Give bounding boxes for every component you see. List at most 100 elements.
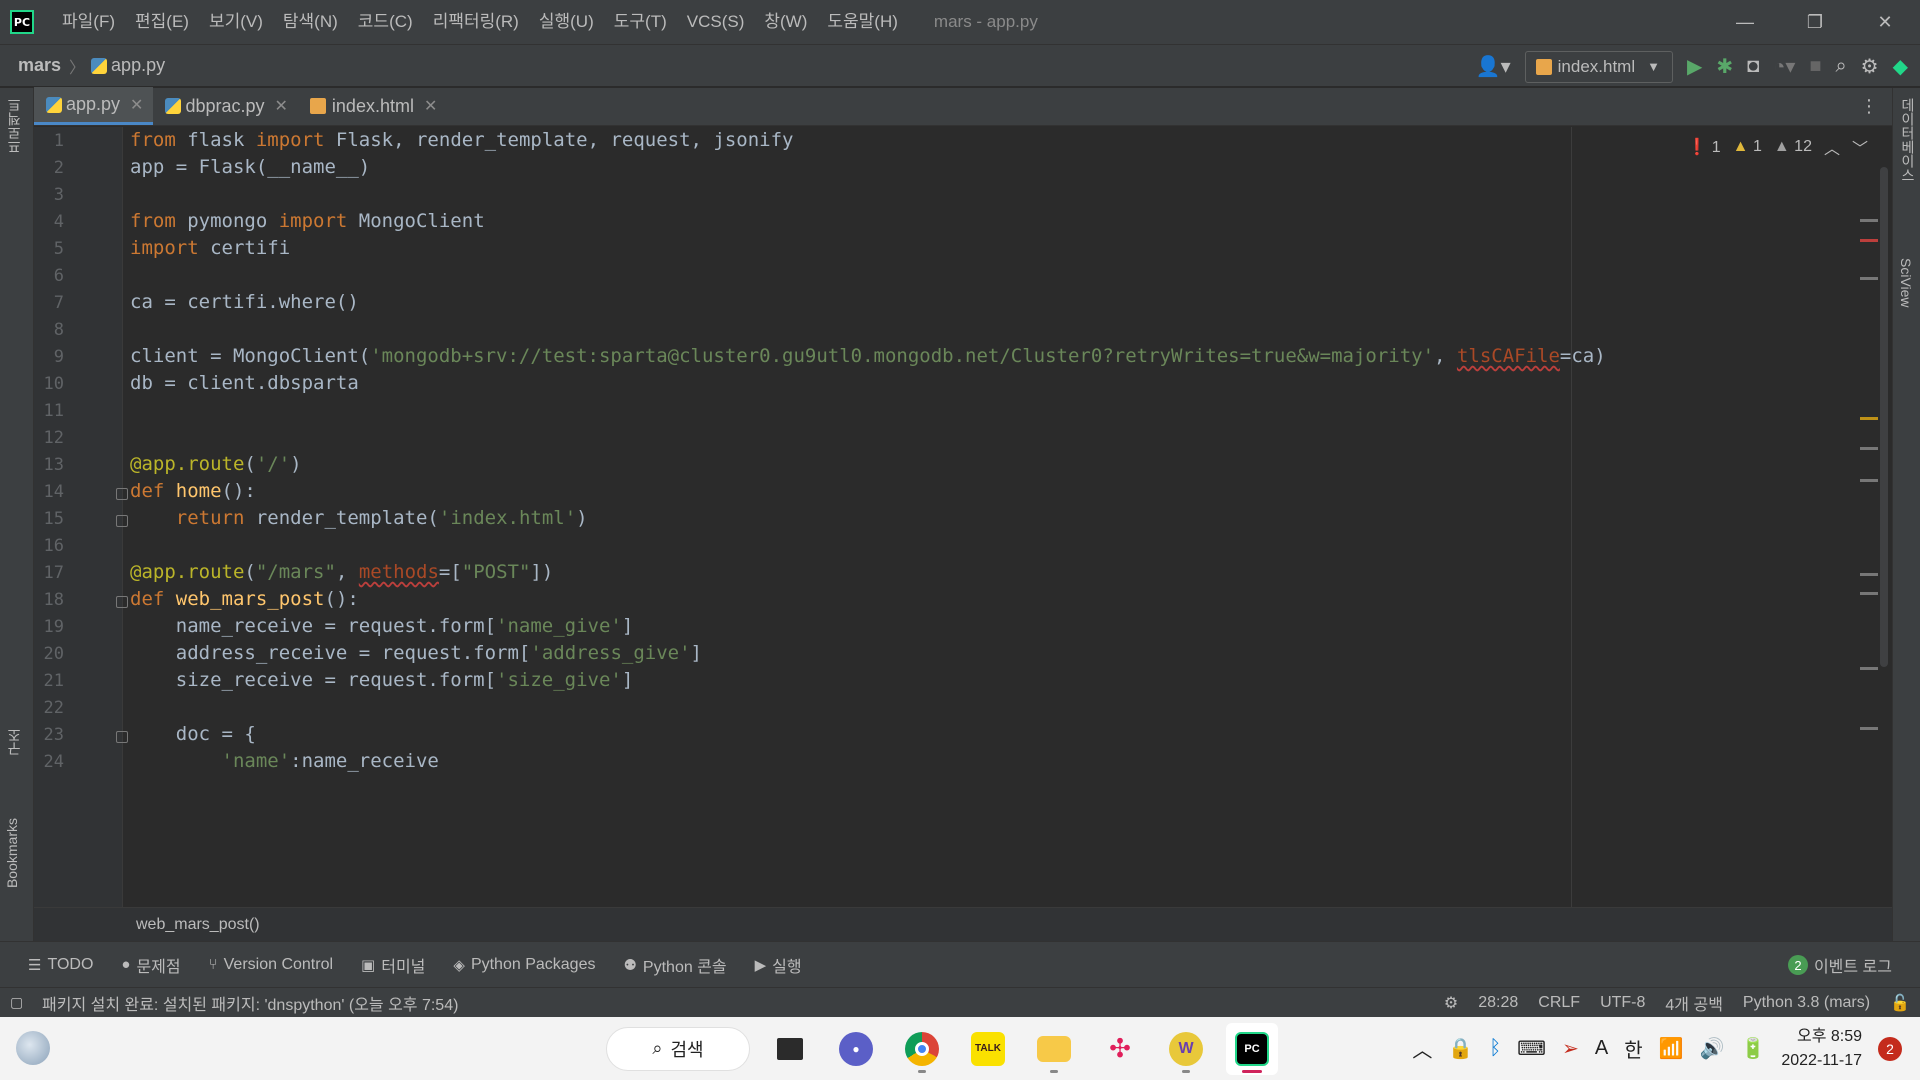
project-tool-button[interactable]: 프로젝트 (4, 98, 24, 154)
lock-icon[interactable]: 🔒 (1448, 1036, 1473, 1061)
error-stripe-mark[interactable] (1860, 417, 1878, 420)
menu-run[interactable]: 실행(U) (529, 0, 604, 44)
weak-warning-count[interactable]: ▲ 12 (1774, 138, 1812, 156)
caret-position[interactable]: 28:28 (1478, 994, 1518, 1012)
debug-icon[interactable]: ✱ (1716, 54, 1733, 79)
indent-setting[interactable]: 4개 공백 (1665, 991, 1723, 1015)
file-encoding[interactable]: UTF-8 (1600, 994, 1645, 1012)
keyboard-icon[interactable]: ⌨ (1517, 1036, 1546, 1061)
menu-file[interactable]: 파일(F) (52, 0, 125, 44)
notification-badge[interactable]: 2 (1878, 1036, 1902, 1061)
warning-count[interactable]: ▲ 1 (1733, 138, 1762, 156)
jetbrains-icon[interactable]: ◆ (1893, 54, 1908, 79)
code-line[interactable]: app = Flask(__name__) (130, 156, 370, 178)
error-stripe-mark[interactable] (1860, 573, 1878, 576)
previous-problem-icon[interactable]: ︿ (1824, 135, 1840, 159)
error-stripe-mark[interactable] (1860, 447, 1878, 450)
breadcrumb-project[interactable]: mars (18, 55, 61, 76)
python-interpreter[interactable]: Python 3.8 (mars) (1743, 994, 1870, 1012)
code-line[interactable]: from flask import Flask, render_template… (130, 129, 793, 151)
user-icon[interactable]: 👤▾ (1476, 54, 1511, 79)
window-toggle-icon[interactable]: ▢ (10, 994, 23, 1011)
sciview-tool-button[interactable]: SciView (1898, 258, 1914, 308)
chrome-button[interactable] (896, 1023, 948, 1075)
inspection-widget[interactable]: ❗ 1 ▲ 1 ▲ 12 ︿ ﹀ (1687, 135, 1868, 159)
todo-tool-button[interactable]: ☰ TODO (28, 956, 93, 974)
code-line[interactable]: address_receive = request.form['address_… (130, 642, 702, 664)
start-button[interactable] (540, 1023, 592, 1075)
task-view-button[interactable] (764, 1023, 816, 1075)
stop-icon[interactable]: ■ (1809, 55, 1821, 78)
error-stripe-mark[interactable] (1860, 479, 1878, 482)
code-line[interactable]: ca = certifi.where() (130, 291, 359, 313)
close-button[interactable]: ✕ (1850, 0, 1920, 44)
run-icon[interactable]: ▶ (1687, 54, 1702, 79)
code-editor[interactable]: 1 2 3 4 5 6 7 8 9 10 11 12 13 14 15 16 1… (34, 127, 1892, 907)
error-stripe-mark[interactable] (1860, 592, 1878, 595)
editor-breadcrumb[interactable]: web_mars_post() (34, 907, 1892, 941)
error-stripe-mark[interactable] (1860, 219, 1878, 222)
volume-icon[interactable]: 🔊 (1700, 1036, 1725, 1061)
taskbar-search[interactable]: ⌕ 검색 (606, 1026, 750, 1071)
menu-tools[interactable]: 도구(T) (604, 0, 677, 44)
profile-icon[interactable]: ◔▾ (1773, 54, 1795, 79)
menu-navigate[interactable]: 탐색(N) (273, 0, 348, 44)
chevron-up-icon[interactable]: ︿ (1412, 1034, 1432, 1063)
ime-language[interactable]: 한 (1624, 1034, 1642, 1063)
code-line[interactable]: from pymongo import MongoClient (130, 210, 485, 232)
pycharm-button[interactable]: PC (1226, 1022, 1278, 1075)
error-stripe-mark[interactable] (1860, 277, 1878, 280)
coverage-icon[interactable]: ◘ (1747, 55, 1759, 78)
error-stripe-mark[interactable] (1860, 667, 1878, 670)
fold-icon[interactable] (116, 596, 128, 608)
structure-tool-button[interactable]: 구조 (4, 728, 24, 756)
problems-tool-button[interactable]: ● 문제점 (121, 953, 180, 977)
code-line[interactable]: def home(): (130, 480, 256, 502)
code-line[interactable]: db = client.dbsparta (130, 372, 359, 394)
send-icon[interactable]: ➢ (1562, 1036, 1579, 1061)
line-separator[interactable]: CRLF (1538, 994, 1580, 1012)
close-icon[interactable]: ✕ (130, 95, 143, 115)
ime-mode[interactable]: A (1595, 1037, 1608, 1060)
status-message[interactable]: 패키지 설치 완료: 설치된 패키지: 'dnspython' (오늘 오후 7… (42, 991, 458, 1015)
run-tool-button[interactable]: ▶ 실행 (755, 953, 802, 977)
code-line[interactable]: 'name':name_receive (130, 750, 439, 772)
menu-edit[interactable]: 편집(E) (125, 0, 199, 44)
menu-view[interactable]: 보기(V) (199, 0, 273, 44)
menu-refactor[interactable]: 리팩터링(R) (423, 0, 529, 44)
error-count[interactable]: ❗ 1 (1687, 137, 1720, 157)
search-icon[interactable]: ⌕ (1835, 55, 1846, 78)
code-line[interactable]: name_receive = request.form['name_give'] (130, 615, 634, 637)
code-line[interactable]: doc = { (130, 723, 256, 745)
code-line[interactable]: client = MongoClient('mongodb+srv://test… (130, 345, 1606, 367)
lock-icon[interactable]: 🔓 (1890, 993, 1910, 1013)
kakaotalk-button[interactable]: TALK (962, 1023, 1014, 1075)
teams-chat-button[interactable]: ● (830, 1023, 882, 1075)
code-line[interactable]: size_receive = request.form['size_give'] (130, 669, 634, 691)
fold-icon[interactable] (116, 731, 128, 743)
close-icon[interactable]: ✕ (424, 96, 437, 116)
event-log-button[interactable]: 2 이벤트 로그 (1787, 942, 1892, 988)
weather-widget-icon[interactable] (16, 1031, 50, 1065)
code-line[interactable]: @app.route("/mars", methods=["POST"]) (130, 561, 553, 583)
breadcrumb-file[interactable]: app.py (111, 55, 165, 76)
code-line[interactable]: def web_mars_post(): (130, 588, 359, 610)
menu-vcs[interactable]: VCS(S) (677, 0, 755, 44)
gear-icon[interactable]: ⚙ (1861, 54, 1879, 79)
version-control-tool-button[interactable]: ⑂ Version Control (209, 956, 333, 974)
tab-app-py[interactable]: app.py ✕ (34, 87, 154, 125)
settings-check-icon[interactable]: ⚙ (1444, 993, 1458, 1013)
minimize-button[interactable]: — (1710, 0, 1780, 44)
code-line[interactable]: return render_template('index.html') (130, 507, 588, 529)
menu-window[interactable]: 창(W) (754, 0, 817, 44)
fold-icon[interactable] (116, 515, 128, 527)
menu-code[interactable]: 코드(C) (348, 0, 423, 44)
error-stripe-mark[interactable] (1860, 239, 1878, 242)
tab-dbprac-py[interactable]: dbprac.py ✕ (153, 87, 297, 125)
error-stripe-mark[interactable] (1860, 727, 1878, 730)
battery-icon[interactable]: 🔋 (1740, 1036, 1765, 1061)
menu-help[interactable]: 도움말(H) (817, 0, 908, 44)
python-console-tool-button[interactable]: ⚉ Python 콘솔 (623, 953, 726, 977)
python-packages-tool-button[interactable]: ◈ Python Packages (453, 956, 595, 974)
code-line[interactable]: import certifi (130, 237, 290, 259)
